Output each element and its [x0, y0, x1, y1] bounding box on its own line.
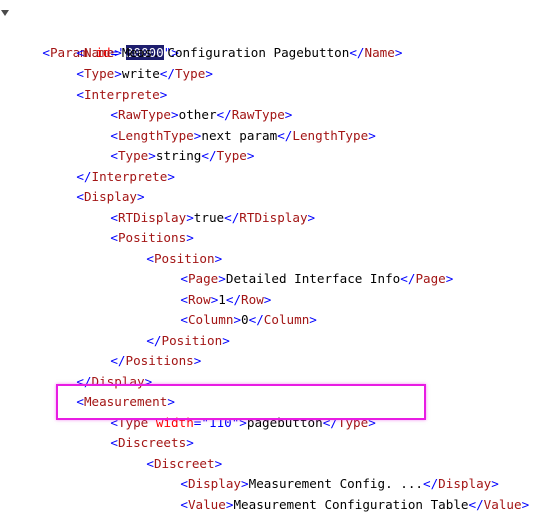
- xml-line: <Display>: [76, 189, 145, 204]
- xml-line: </Display>: [76, 374, 153, 389]
- xml-line: <Name>Meas. Configuration Pagebutton</Na…: [76, 45, 403, 60]
- xml-line: <Column>0</Column>: [180, 312, 317, 327]
- xml-line: <Display>Measurement Config. ...</Displa…: [180, 476, 499, 491]
- xml-line: <RTDisplay>true</RTDisplay>: [110, 210, 316, 225]
- xml-root-line[interactable]: <Param id="30000">: [0, 3, 179, 60]
- xml-line: <LengthType>next param</LengthType>: [110, 128, 376, 143]
- xml-line: <Position>: [146, 251, 223, 266]
- xml-line: <Measurement>: [76, 394, 175, 409]
- xml-line: <Type>write</Type>: [76, 66, 213, 81]
- triangle-down-icon[interactable]: [1, 10, 9, 16]
- xml-line: <Positions>: [110, 230, 194, 245]
- xml-line: </Position>: [146, 333, 230, 348]
- xml-line: <Page>Detailed Interface Info</Page>: [180, 271, 454, 286]
- xml-line: </Positions>: [110, 353, 202, 368]
- xml-line: <Type>string</Type>: [110, 148, 255, 163]
- xml-line: </Discreet>: [116, 495, 230, 515]
- highlighted-xml-line: <Type width="110">pagebutton</Type>: [110, 415, 376, 430]
- xml-line: </Interprete>: [76, 169, 175, 184]
- xml-viewer: <Param id="30000"> <Name>Meas. Configura…: [0, 0, 560, 516]
- xml-line: <Discreet>: [146, 456, 223, 471]
- xml-line: <Discreets>: [110, 435, 194, 450]
- xml-line: <RawType>other</RawType>: [110, 107, 293, 122]
- xml-line: <Value>Measurement Configuration Table</…: [180, 497, 530, 512]
- xml-line: <Interprete>: [76, 87, 168, 102]
- xml-line: <Row>1</Row>: [180, 292, 272, 307]
